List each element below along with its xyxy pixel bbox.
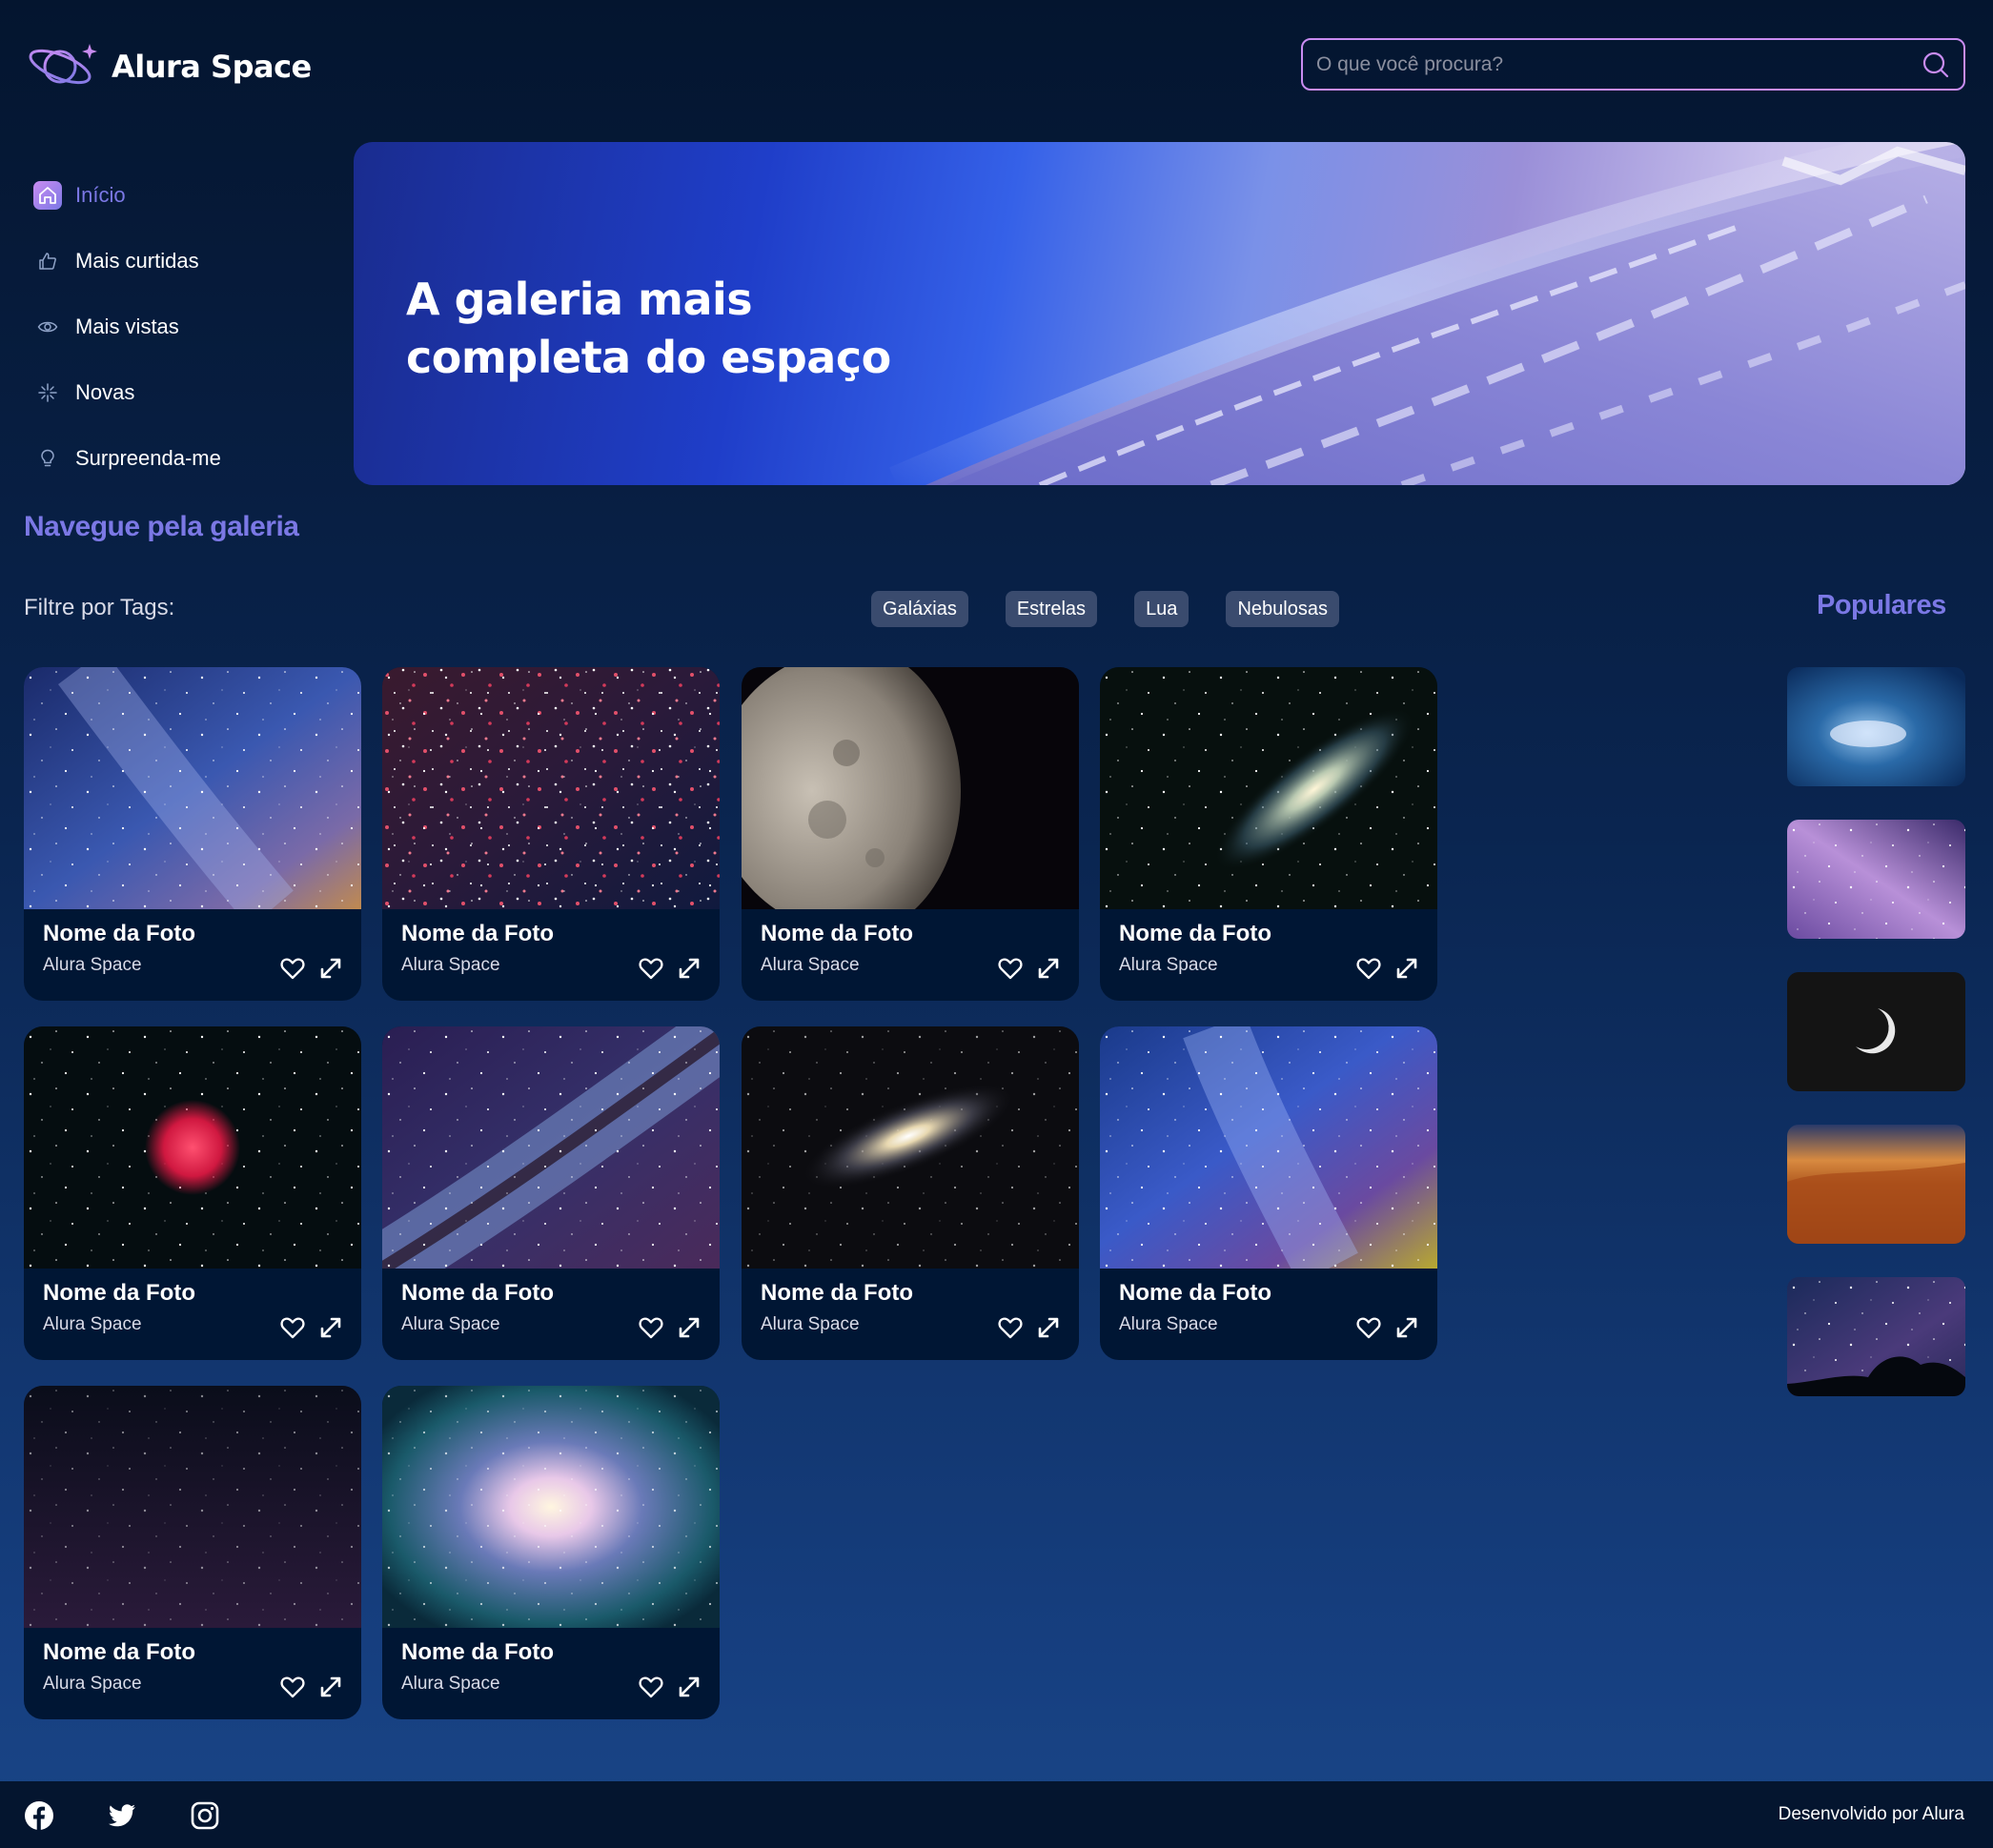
- popular-photo[interactable]: [1787, 1277, 1965, 1396]
- lightbulb-icon: [33, 444, 62, 473]
- popular-photo[interactable]: [1787, 667, 1965, 786]
- popular-photo[interactable]: [1787, 972, 1965, 1091]
- home-icon: [33, 180, 62, 210]
- photo-name: Nome da Foto: [401, 921, 554, 946]
- sidebar-item-label: Novas: [75, 379, 135, 404]
- expand-icon[interactable]: [676, 955, 702, 982]
- sidebar-item-label: Início: [75, 182, 126, 207]
- tag-nebulosas[interactable]: Nebulosas: [1226, 591, 1339, 627]
- logo-text: Alura Space: [112, 49, 312, 85]
- photo-card[interactable]: Nome da Foto Alura Space: [382, 667, 720, 1001]
- heart-icon[interactable]: [638, 1674, 664, 1700]
- expand-icon[interactable]: [1393, 955, 1420, 982]
- photo-card[interactable]: Nome da Foto Alura Space: [1100, 1026, 1437, 1360]
- photo-name: Nome da Foto: [761, 921, 913, 946]
- banner-title: A galeria mais completa do espaço: [406, 274, 891, 383]
- tag-lua[interactable]: Lua: [1134, 591, 1190, 627]
- facebook-icon[interactable]: [24, 1800, 54, 1831]
- tag-estrelas[interactable]: Estrelas: [1005, 591, 1098, 627]
- photo-name: Nome da Foto: [761, 1280, 913, 1306]
- heart-icon[interactable]: [1355, 1314, 1382, 1341]
- photo-name: Nome da Foto: [43, 921, 195, 946]
- photo-name: Nome da Foto: [43, 1280, 195, 1306]
- expand-icon[interactable]: [1393, 1314, 1420, 1341]
- photo-image[interactable]: [24, 1026, 361, 1269]
- popular-photo[interactable]: [1787, 820, 1965, 939]
- popular-photo[interactable]: [1787, 1125, 1965, 1244]
- sidebar-item-label: Mais vistas: [75, 314, 179, 338]
- expand-icon[interactable]: [1035, 1314, 1062, 1341]
- sidebar-item-novas[interactable]: Novas: [33, 359, 319, 425]
- photo-image[interactable]: [742, 1026, 1079, 1269]
- gallery-section-title: Navegue pela galeria: [24, 511, 299, 542]
- photo-image[interactable]: [24, 1386, 361, 1628]
- tag-galaxias[interactable]: Galáxias: [871, 591, 968, 627]
- search-box[interactable]: [1301, 38, 1965, 91]
- photo-image[interactable]: [382, 667, 720, 909]
- heart-icon[interactable]: [279, 955, 306, 982]
- hero-banner: A galeria mais completa do espaço: [354, 142, 1965, 485]
- photo-card[interactable]: Nome da Foto Alura Space: [24, 1386, 361, 1719]
- expand-icon[interactable]: [676, 1314, 702, 1341]
- photo-image[interactable]: [742, 667, 1079, 909]
- search-input[interactable]: [1316, 52, 1922, 76]
- planet-logo-icon: [29, 44, 97, 85]
- photo-name: Nome da Foto: [1119, 1280, 1271, 1306]
- footer: Desenvolvido por Alura: [0, 1781, 1993, 1848]
- sidebar-item-label: Surpreenda-me: [75, 445, 221, 470]
- sidebar-item-mais-curtidas[interactable]: Mais curtidas: [33, 228, 319, 294]
- photo-card[interactable]: Nome da Foto Alura Space: [1100, 667, 1437, 1001]
- photo-image[interactable]: [382, 1026, 720, 1269]
- photo-name: Nome da Foto: [1119, 921, 1271, 946]
- photo-card[interactable]: Nome da Foto Alura Space: [742, 667, 1079, 1001]
- instagram-icon[interactable]: [190, 1800, 220, 1831]
- photo-card[interactable]: Nome da Foto Alura Space: [24, 667, 361, 1001]
- heart-icon[interactable]: [279, 1314, 306, 1341]
- eye-icon: [33, 313, 62, 341]
- sidebar-nav: Início Mais curtidas Mais vistas Novas S…: [33, 162, 319, 491]
- sidebar-item-mais-vistas[interactable]: Mais vistas: [33, 294, 319, 359]
- tag-filter-list: Galáxias Estrelas Lua Nebulosas: [871, 591, 1339, 627]
- twitter-icon[interactable]: [107, 1800, 137, 1831]
- expand-icon[interactable]: [1035, 955, 1062, 982]
- photo-image[interactable]: [1100, 1026, 1437, 1269]
- footer-credit: Desenvolvido por Alura: [1778, 1804, 1964, 1824]
- photo-name: Nome da Foto: [401, 1280, 554, 1306]
- heart-icon[interactable]: [1355, 955, 1382, 982]
- photo-image[interactable]: [382, 1386, 720, 1628]
- sparkle-icon: [33, 378, 62, 407]
- photo-card[interactable]: Nome da Foto Alura Space: [24, 1026, 361, 1360]
- photo-name: Nome da Foto: [401, 1639, 554, 1665]
- logo[interactable]: Alura Space: [26, 38, 312, 95]
- photo-name: Nome da Foto: [43, 1639, 195, 1665]
- heart-icon[interactable]: [638, 1314, 664, 1341]
- expand-icon[interactable]: [317, 1314, 344, 1341]
- thumbs-up-icon: [33, 247, 62, 275]
- populares-title: Populares: [1817, 590, 1946, 620]
- heart-icon[interactable]: [997, 955, 1024, 982]
- heart-icon[interactable]: [638, 955, 664, 982]
- search-icon[interactable]: [1922, 51, 1950, 79]
- photo-card[interactable]: Nome da Foto Alura Space: [742, 1026, 1079, 1360]
- photo-image[interactable]: [24, 667, 361, 909]
- sidebar-item-inicio[interactable]: Início: [33, 162, 319, 228]
- photo-card[interactable]: Nome da Foto Alura Space: [382, 1386, 720, 1719]
- sidebar-item-surpreenda-me[interactable]: Surpreenda-me: [33, 425, 319, 491]
- sidebar-item-label: Mais curtidas: [75, 248, 199, 273]
- filter-label: Filtre por Tags:: [24, 595, 175, 620]
- heart-icon[interactable]: [279, 1674, 306, 1700]
- expand-icon[interactable]: [676, 1674, 702, 1700]
- expand-icon[interactable]: [317, 955, 344, 982]
- expand-icon[interactable]: [317, 1674, 344, 1700]
- photo-card[interactable]: Nome da Foto Alura Space: [382, 1026, 720, 1360]
- heart-icon[interactable]: [997, 1314, 1024, 1341]
- photo-image[interactable]: [1100, 667, 1437, 909]
